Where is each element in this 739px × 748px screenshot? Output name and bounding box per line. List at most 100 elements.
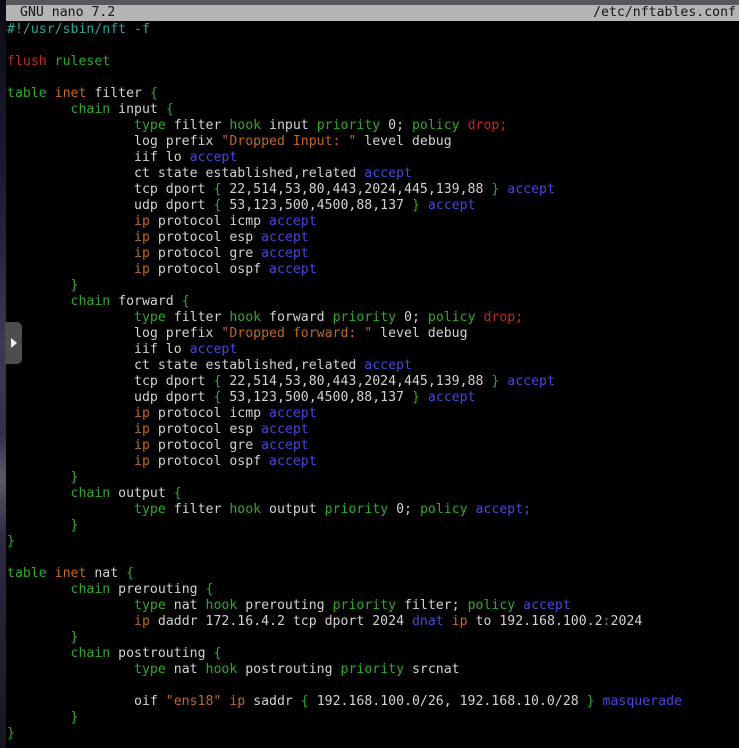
code-segment: { — [213, 646, 221, 661]
code-segment — [7, 582, 71, 597]
code-segment: accept — [261, 246, 309, 261]
code-segment: srcnat — [404, 662, 460, 677]
code-segment — [7, 438, 134, 453]
code-segment — [7, 662, 134, 677]
code-segment: ruleset — [55, 54, 111, 69]
editor-area[interactable]: #!/usr/sbin/nft -fflush rulesettable ine… — [6, 21, 739, 748]
code-segment: accept — [261, 422, 309, 437]
code-segment — [515, 598, 523, 613]
code-segment: accept — [269, 214, 317, 229]
code-line: iif lo accept — [7, 342, 739, 358]
code-segment: nat — [166, 598, 206, 613]
code-segment: } — [412, 390, 420, 405]
code-segment: 22,514,53,80,443,2024,445,139,88 — [221, 374, 491, 389]
code-segment: accept — [269, 262, 317, 277]
code-segment: type — [134, 598, 166, 613]
code-segment: filter — [86, 86, 150, 101]
code-segment: priority — [317, 118, 381, 133]
code-segment: ct state established,related — [7, 166, 364, 181]
terminal-window: GNU nano 7.2 /etc/nftables.conf #!/usr/s… — [6, 0, 739, 748]
code-line: udp dport { 53,123,500,4500,88,137 } acc… — [7, 198, 739, 214]
code-line: udp dport { 53,123,500,4500,88,137 } acc… — [7, 390, 739, 406]
code-segment: type — [134, 118, 166, 133]
code-segment: accept; — [476, 502, 532, 517]
code-segment — [468, 502, 476, 517]
code-segment — [7, 454, 134, 469]
code-segment: iif lo — [7, 150, 190, 165]
code-line: flush ruleset — [7, 54, 739, 70]
code-line: tcp dport { 22,514,53,80,443,2024,445,13… — [7, 182, 739, 198]
code-segment: forward — [110, 294, 181, 309]
code-line: type nat hook postrouting priority srcna… — [7, 662, 739, 678]
code-segment: 0; — [388, 502, 420, 517]
code-segment: chain — [71, 582, 111, 597]
code-segment: accept — [428, 198, 476, 213]
code-segment: } — [412, 198, 420, 213]
code-line: chain prerouting { — [7, 582, 739, 598]
code-line: chain output { — [7, 486, 739, 502]
code-line: ip protocol gre accept — [7, 246, 739, 262]
code-segment — [420, 198, 428, 213]
code-segment: ip — [134, 230, 150, 245]
code-line: ct state established,related accept — [7, 358, 739, 374]
code-line: } — [7, 518, 739, 534]
code-segment — [7, 518, 71, 533]
code-segment: ip — [134, 406, 150, 421]
code-line: tcp dport { 22,514,53,80,443,2024,445,13… — [7, 374, 739, 390]
code-segment: protocol icmp — [150, 214, 269, 229]
code-segment: 2024 — [611, 614, 643, 629]
code-segment — [7, 630, 71, 645]
code-segment: { — [166, 102, 174, 117]
code-segment — [7, 118, 134, 133]
side-panel-toggle[interactable] — [5, 322, 22, 364]
code-segment — [7, 406, 134, 421]
code-segment — [7, 598, 134, 613]
code-segment: drop; — [483, 310, 523, 325]
code-line: ip daddr 172.16.4.2 tcp dport 2024 dnat … — [7, 614, 739, 630]
code-segment: ip — [134, 614, 150, 629]
code-segment: filter — [166, 502, 230, 517]
code-line: type filter hook output priority 0; poli… — [7, 502, 739, 518]
code-segment: prerouting — [110, 582, 205, 597]
code-segment — [7, 246, 134, 261]
code-segment: protocol gre — [150, 438, 261, 453]
code-segment — [7, 214, 134, 229]
code-segment — [7, 294, 71, 309]
code-segment: : — [603, 614, 611, 629]
code-line: iif lo accept — [7, 150, 739, 166]
code-line — [7, 38, 739, 54]
code-segment: type — [134, 310, 166, 325]
code-segment: chain — [71, 102, 111, 117]
code-segment: { — [206, 582, 214, 597]
code-segment: hook — [229, 310, 261, 325]
code-line — [7, 550, 739, 566]
code-segment: } — [71, 710, 79, 725]
code-segment: input — [261, 118, 317, 133]
code-segment: input — [110, 102, 166, 117]
code-segment: flush — [7, 54, 47, 69]
code-line: ip protocol ospf accept — [7, 262, 739, 278]
file-path: /etc/nftables.conf — [593, 5, 736, 21]
code-line: ip protocol gre accept — [7, 438, 739, 454]
code-segment: } — [71, 470, 79, 485]
code-segment: filter — [166, 118, 230, 133]
code-segment: filter; — [396, 598, 467, 613]
code-segment — [7, 646, 71, 661]
code-segment: priority — [333, 598, 397, 613]
code-segment: } — [7, 534, 15, 549]
code-segment — [7, 422, 134, 437]
code-segment: dnat — [412, 614, 444, 629]
expand-arrow-icon — [11, 338, 17, 348]
code-segment: accept — [269, 454, 317, 469]
code-segment: chain — [71, 294, 111, 309]
code-line: type filter hook forward priority 0; pol… — [7, 310, 739, 326]
code-segment: output — [261, 502, 325, 517]
code-segment: accept — [507, 182, 555, 197]
code-segment — [7, 262, 134, 277]
code-segment — [7, 710, 71, 725]
code-segment — [7, 310, 134, 325]
code-segment: accept — [190, 342, 238, 357]
code-segment: type — [134, 502, 166, 517]
code-segment: priority — [325, 502, 389, 517]
code-segment: { — [126, 566, 134, 581]
